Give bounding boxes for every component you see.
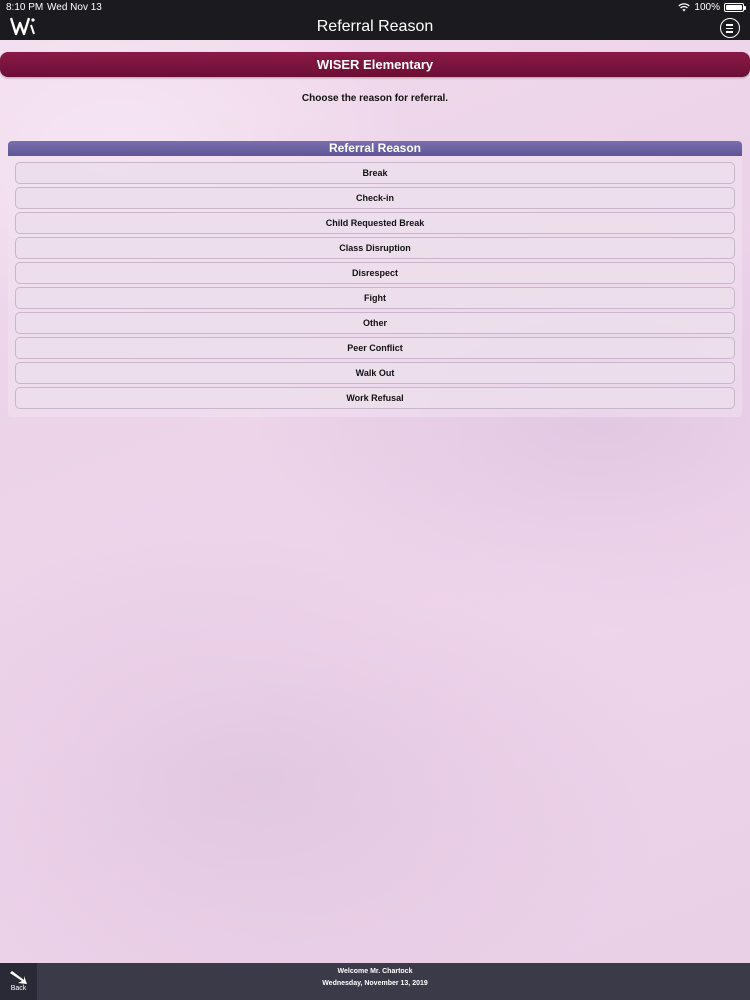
current-date: Wednesday, November 13, 2019 (322, 980, 428, 987)
school-banner: WISER Elementary (0, 52, 750, 77)
welcome-text: Welcome Mr. Chartock (337, 968, 413, 975)
reason-button-fight[interactable]: Fight (15, 287, 735, 309)
status-time: 8:10 PM (6, 2, 44, 13)
menu-icon[interactable] (720, 18, 740, 38)
instructions-text: Choose the reason for referral. (301, 93, 449, 104)
reason-button-disrespect[interactable]: Disrespect (15, 262, 735, 284)
reason-button-child-requested-break[interactable]: Child Requested Break (15, 212, 735, 234)
panel-header: Referral Reason (8, 141, 742, 156)
reason-button-peer-conflict[interactable]: Peer Conflict (15, 337, 735, 359)
reason-button-work-refusal[interactable]: Work Refusal (15, 387, 735, 409)
referral-reason-panel: Referral Reason Break Check-in Child Req… (8, 141, 742, 417)
battery-icon (724, 3, 746, 12)
reason-button-check-in[interactable]: Check-in (15, 187, 735, 209)
reason-button-walk-out[interactable]: Walk Out (15, 362, 735, 384)
reason-list: Break Check-in Child Requested Break Cla… (8, 156, 742, 409)
status-date: Wed Nov 13 (47, 2, 102, 13)
status-right: 100% (678, 2, 746, 13)
battery-percent: 100% (694, 2, 720, 13)
top-bar: 8:10 PM Wed Nov 13 100% Referral Reason (0, 0, 750, 40)
bottom-bar: Back Welcome Mr. Chartock Wednesday, Nov… (0, 963, 750, 1000)
reason-button-break[interactable]: Break (15, 162, 735, 184)
reason-button-other[interactable]: Other (15, 312, 735, 334)
page-title: Referral Reason (316, 18, 434, 35)
reason-button-class-disruption[interactable]: Class Disruption (15, 237, 735, 259)
wifi-icon (678, 3, 691, 12)
